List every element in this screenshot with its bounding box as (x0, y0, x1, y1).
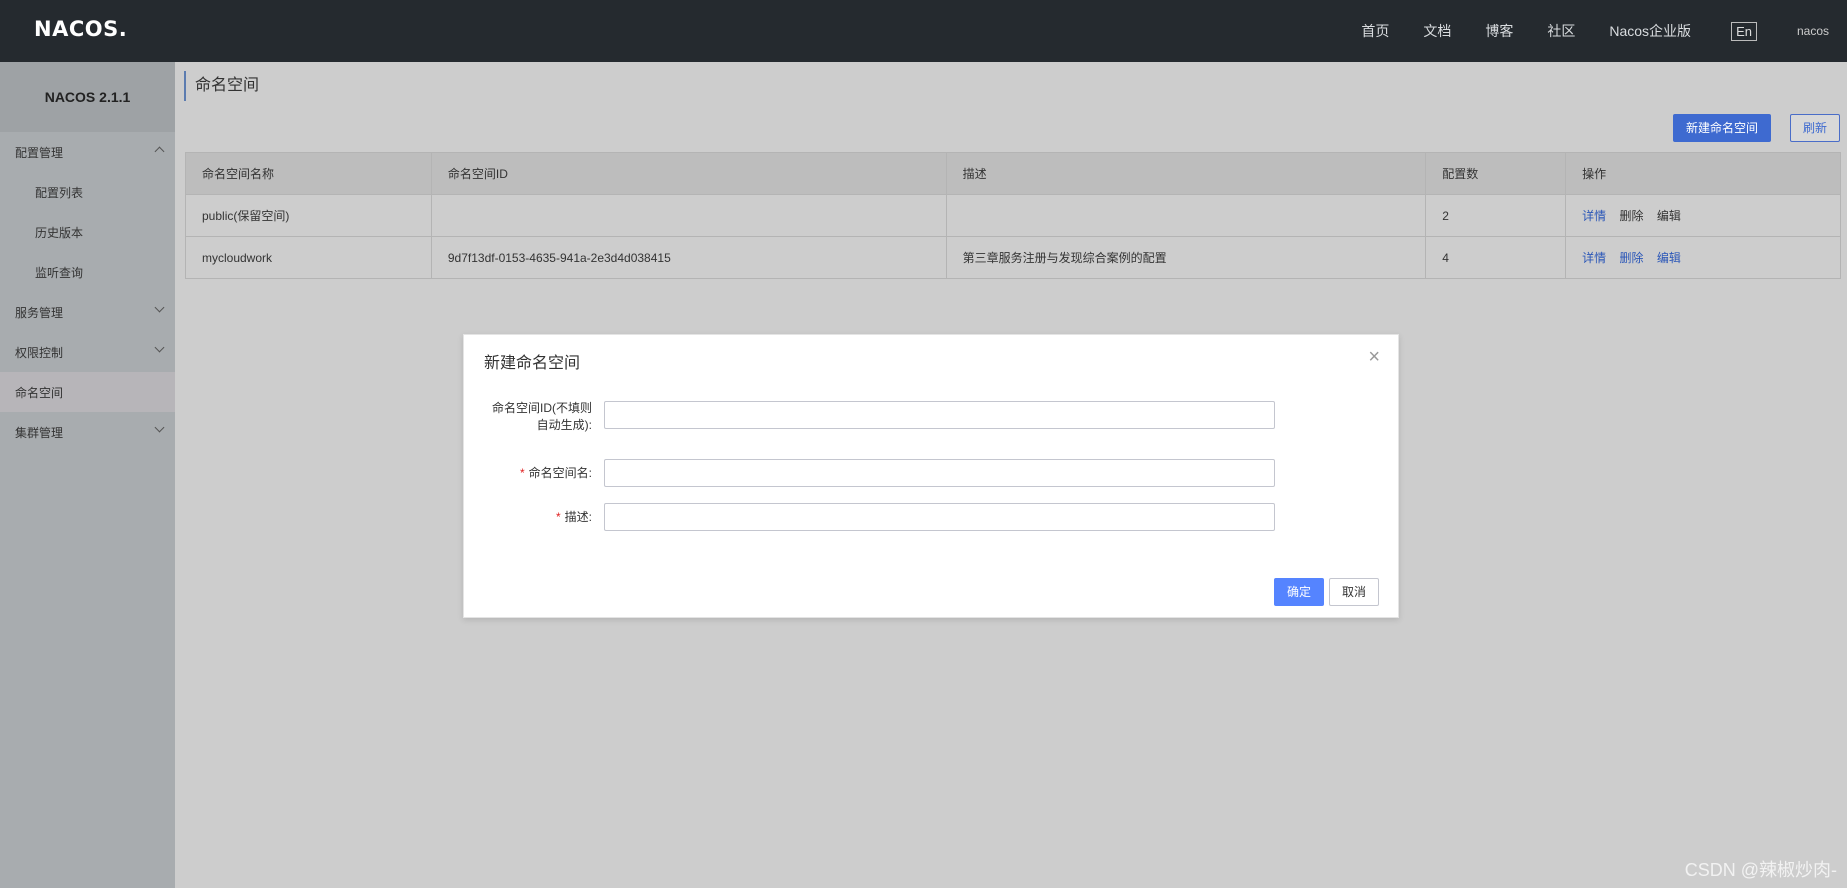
sidebar-item-service-management[interactable]: 服务管理 (0, 292, 175, 332)
chevron-down-icon (154, 422, 165, 433)
namespace-id-cell (430, 194, 947, 237)
column-header-description: 描述 (945, 152, 1427, 195)
refresh-button[interactable]: 刷新 (1790, 114, 1840, 142)
new-namespace-button[interactable]: 新建命名空间 (1673, 114, 1771, 142)
namespace-description-cell: 第三章服务注册与发现综合案例的配置 (945, 236, 1427, 279)
sidebar-item-namespace[interactable]: 命名空间 (0, 372, 175, 412)
namespace-id-cell: 9d7f13df-0153-4635-941a-2e3d4d038415 (430, 236, 947, 279)
nav-home[interactable]: 首页 (1361, 21, 1389, 41)
sidebar-item-access-control[interactable]: 权限控制 (0, 332, 175, 372)
namespace-table: 命名空间名称 命名空间ID 描述 配置数 操作 public(保留空间) 2 详… (185, 152, 1841, 279)
nav-blog[interactable]: 博客 (1485, 21, 1513, 41)
namespace-name-cell: public(保留空间) (185, 194, 432, 237)
description-label: * 描述: (555, 510, 592, 524)
sidebar-item-label: 命名空间 (15, 385, 64, 400)
sidebar-item-config-management[interactable]: 配置管理 (0, 132, 175, 172)
sidebar-item-label: 历史版本 (35, 225, 84, 240)
sidebar-item-label: 权限控制 (15, 345, 64, 360)
watermark: CSDN @辣椒炒肉- (1684, 860, 1837, 880)
column-header-name: 命名空间名称 (185, 152, 432, 195)
chevron-down-icon (154, 302, 165, 313)
new-namespace-dialog: 新建命名空间 × 命名空间ID(不填则 自动生成): * 命名空间名: * 描述: … (463, 334, 1399, 618)
edit-link[interactable]: 编辑 (1657, 209, 1681, 223)
namespace-id-label: 命名空间ID(不填则 自动生成): (480, 400, 592, 434)
description-input[interactable] (604, 503, 1275, 531)
close-icon[interactable]: × (1368, 347, 1380, 367)
table-row: mycloudwork 9d7f13df-0153-4635-941a-2e3d… (185, 236, 1841, 279)
top-navbar: NACOS. 首页 文档 博客 社区 Nacos企业版 En nacos (0, 0, 1847, 62)
namespace-name-label: * 命名空间名: (519, 466, 592, 480)
top-nav: 首页 文档 博客 社区 Nacos企业版 En nacos (1327, 0, 1829, 62)
namespace-id-label-line1: 命名空间ID(不填则 (492, 401, 592, 415)
nav-enterprise[interactable]: Nacos企业版 (1609, 21, 1691, 41)
namespace-id-input[interactable] (604, 401, 1275, 429)
table-row: public(保留空间) 2 详情 删除 编辑 (185, 194, 1841, 237)
cancel-button[interactable]: 取消 (1329, 578, 1379, 606)
confirm-button[interactable]: 确定 (1274, 578, 1324, 606)
column-header-config-count: 配置数 (1425, 152, 1567, 195)
namespace-name-input[interactable] (604, 459, 1275, 487)
details-link[interactable]: 详情 (1582, 251, 1606, 265)
edit-link[interactable]: 编辑 (1657, 251, 1681, 265)
sidebar-item-label: 服务管理 (15, 305, 64, 320)
language-toggle[interactable]: En (1731, 21, 1757, 41)
delete-link[interactable]: 删除 (1620, 209, 1644, 223)
logo-text: NACOS. (34, 17, 128, 41)
required-marker: * (555, 510, 561, 524)
nacos-logo[interactable]: NACOS. (34, 15, 127, 43)
sidebar-item-label: 集群管理 (15, 425, 64, 440)
sidebar-item-cluster-management[interactable]: 集群管理 (0, 412, 175, 452)
sidebar: NACOS 2.1.1 配置管理 配置列表 历史版本 监听查询 服务管理 权限控… (0, 62, 175, 888)
user-menu[interactable]: nacos (1797, 24, 1829, 38)
sidebar-item-label: 配置列表 (35, 185, 84, 200)
version-label: NACOS 2.1.1 (0, 62, 175, 132)
page-title: 命名空间 (184, 71, 259, 101)
namespace-description-cell (945, 194, 1427, 237)
details-link[interactable]: 详情 (1582, 209, 1606, 223)
namespace-id-label-line2: 自动生成): (536, 418, 592, 432)
dialog-title: 新建命名空间 (484, 355, 581, 372)
table-header-row: 命名空间名称 命名空间ID 描述 配置数 操作 (185, 152, 1841, 195)
sidebar-item-history[interactable]: 历史版本 (0, 212, 175, 252)
column-header-actions: 操作 (1565, 152, 1841, 195)
sidebar-item-config-list[interactable]: 配置列表 (0, 172, 175, 212)
actions-cell: 详情 删除 编辑 (1565, 236, 1841, 279)
chevron-down-icon (154, 342, 165, 353)
chevron-up-icon (154, 146, 165, 157)
nav-docs[interactable]: 文档 (1423, 21, 1451, 41)
sidebar-item-listener-query[interactable]: 监听查询 (0, 252, 175, 292)
config-count-cell: 4 (1425, 236, 1567, 279)
required-marker: * (519, 466, 525, 480)
namespace-name-cell: mycloudwork (185, 236, 432, 279)
sidebar-item-label: 配置管理 (15, 145, 64, 160)
actions-cell: 详情 删除 编辑 (1565, 194, 1841, 237)
delete-link[interactable]: 删除 (1620, 251, 1644, 265)
nav-community[interactable]: 社区 (1547, 21, 1575, 41)
sidebar-item-label: 监听查询 (35, 265, 84, 280)
config-count-cell: 2 (1425, 194, 1567, 237)
column-header-id: 命名空间ID (430, 152, 947, 195)
